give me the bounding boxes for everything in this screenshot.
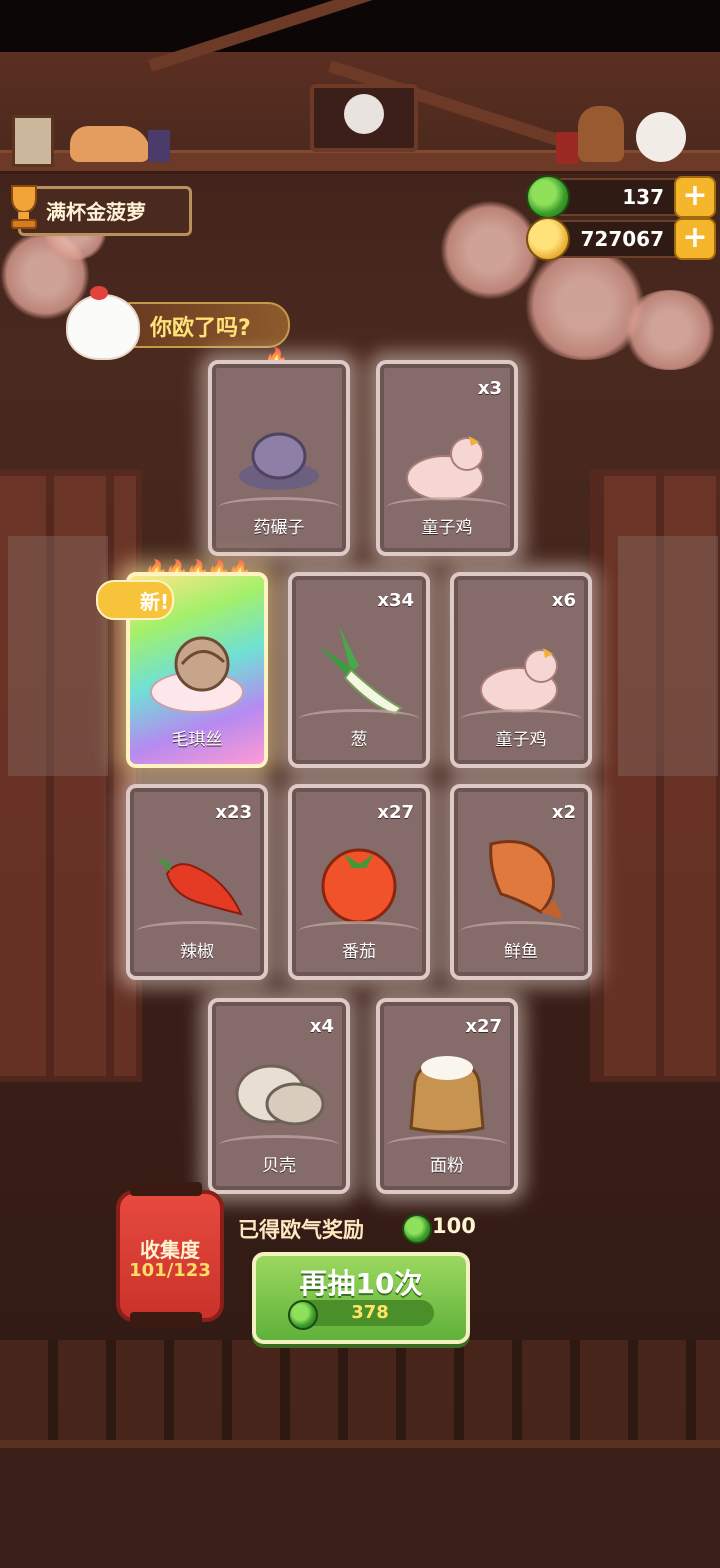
card-item[interactable]: x4 贝壳 xyxy=(208,998,350,1194)
lantern-base xyxy=(130,1312,202,1328)
card-item[interactable]: x3 童子鸡 xyxy=(376,360,518,556)
card-count: x27 xyxy=(465,1016,502,1037)
window-right xyxy=(590,470,720,1082)
status-bar-area xyxy=(0,0,720,52)
add-gems-button[interactable]: + xyxy=(674,176,716,218)
gem-icon xyxy=(402,1214,432,1244)
card-item[interactable]: 药碾子 xyxy=(208,360,350,556)
jar-decoration xyxy=(556,132,578,164)
new-badge-label: 新! xyxy=(140,590,170,614)
gem-counter: 137 + xyxy=(526,175,716,219)
herb-grinder-icon xyxy=(239,432,319,490)
scallion-icon xyxy=(319,626,403,716)
draw-again-label: 再抽10次 xyxy=(299,1267,423,1300)
sleeping-cat xyxy=(70,126,150,162)
card-name: 贝壳 xyxy=(262,1156,296,1176)
hermit-crab-icon xyxy=(150,636,244,713)
reward-label: 已得欧气奖励 xyxy=(238,1218,364,1242)
coin-counter: 727067 + xyxy=(526,217,716,261)
blossom-decoration xyxy=(620,290,720,370)
coin-value: 727067 xyxy=(580,227,665,251)
card-name: 辣椒 xyxy=(180,942,214,962)
card-name: 番茄 xyxy=(342,942,376,962)
speech-text: 你欧了吗? xyxy=(150,316,251,341)
card-item[interactable]: x34 葱 xyxy=(288,572,430,768)
card-name: 毛琪丝 xyxy=(171,730,223,750)
reward-value: 100 xyxy=(432,1214,476,1238)
add-coins-button[interactable]: + xyxy=(674,218,716,260)
trophy-icon xyxy=(11,185,37,229)
card-item[interactable]: x27 番茄 xyxy=(288,784,430,980)
window-left xyxy=(0,470,142,1082)
card-count: x23 xyxy=(215,802,252,823)
gem-value: 137 xyxy=(622,185,664,209)
card-name: 葱 xyxy=(350,730,368,750)
shell-icon xyxy=(235,1064,325,1126)
tomato-icon xyxy=(321,848,397,924)
scroll-decoration xyxy=(12,115,54,167)
collection-value: 101/123 xyxy=(129,1260,211,1281)
chick-mascot xyxy=(66,294,140,360)
lantern-cap xyxy=(130,1182,202,1196)
card-count: x3 xyxy=(477,378,502,399)
card-name: 面粉 xyxy=(430,1156,464,1176)
hanging-portrait xyxy=(310,84,418,152)
card-count: x34 xyxy=(377,590,414,611)
ghost-cat-figure xyxy=(636,112,686,162)
card-name: 药碾子 xyxy=(253,518,305,538)
draw-cost: 378 xyxy=(351,1302,389,1323)
card-item[interactable]: x27 面粉 xyxy=(376,998,518,1194)
fish-icon xyxy=(489,840,563,920)
character-figure xyxy=(578,106,624,162)
chick-icon xyxy=(406,436,484,501)
gem-icon xyxy=(526,175,570,219)
card-item[interactable]: x6 童子鸡 xyxy=(450,572,592,768)
card-item[interactable]: x2 鲜鱼 xyxy=(450,784,592,980)
card-count: x2 xyxy=(551,802,576,823)
floor xyxy=(0,1440,720,1568)
chick-icon xyxy=(480,648,558,713)
card-name: 鲜鱼 xyxy=(504,942,538,962)
title-label: 满杯金菠萝 xyxy=(46,200,146,224)
flour-sack-icon xyxy=(409,1056,485,1134)
card-count: x6 xyxy=(551,590,576,611)
card-count: x4 xyxy=(309,1016,334,1037)
coin-icon xyxy=(526,217,570,261)
card-name: 童子鸡 xyxy=(421,518,473,538)
chili-icon xyxy=(157,858,243,916)
jar-decoration xyxy=(148,130,170,162)
card-name: 童子鸡 xyxy=(495,730,547,750)
card-count: x27 xyxy=(377,802,414,823)
collection-label: 收集度 xyxy=(140,1238,200,1262)
card-item[interactable]: x23 辣椒 xyxy=(126,784,268,980)
chick-comb xyxy=(90,286,108,300)
fence xyxy=(0,1340,720,1440)
